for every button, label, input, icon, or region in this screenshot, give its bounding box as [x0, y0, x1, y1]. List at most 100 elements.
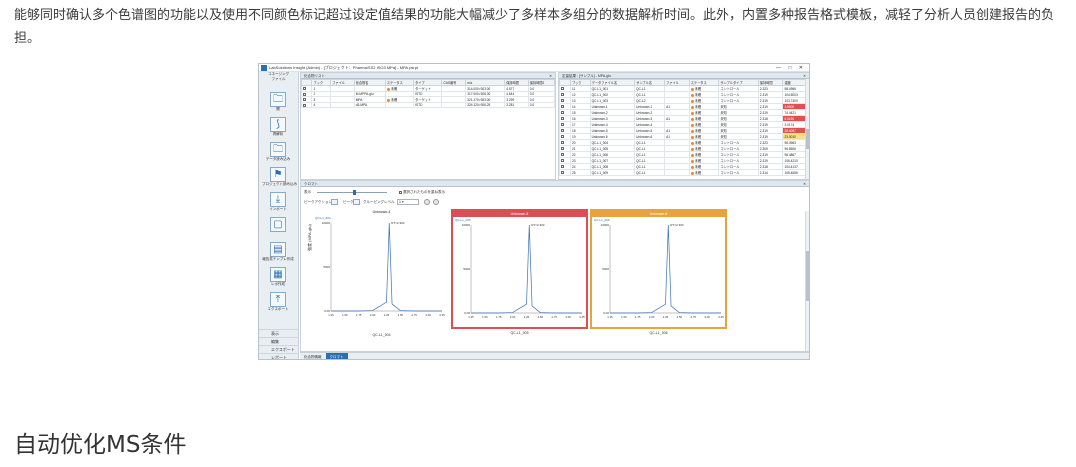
row-checkbox[interactable]: [303, 92, 306, 96]
group-level-select[interactable]: 1 ▾: [397, 199, 419, 205]
compound-list-header: 化合物リスト ✕: [301, 73, 555, 79]
close-icon[interactable]: ✕: [803, 181, 806, 187]
peak-button[interactable]: [353, 199, 360, 205]
flask-data-icon[interactable]: ⚑: [270, 167, 286, 182]
status-dot-icon: [690, 111, 694, 115]
row-checkbox[interactable]: [303, 98, 306, 102]
status-dot-icon: [690, 171, 694, 175]
y-tick-label: 10000: [601, 223, 610, 227]
table-cell: [330, 102, 355, 108]
table-cell: [301, 102, 313, 108]
chart-scrollbar[interactable]: [805, 211, 809, 351]
x-tick-label: 2.25: [524, 315, 530, 319]
ribbon-menu-item[interactable]: レポート: [259, 353, 299, 359]
window-controls[interactable]: — □ ✕: [776, 64, 806, 72]
row-checkbox[interactable]: [561, 153, 564, 157]
ribbon-button-1[interactable]: 🗀 開: [268, 92, 288, 112]
status-dot-icon: [690, 117, 694, 121]
disabled-icon[interactable]: ▢: [270, 217, 286, 232]
folder-stack-icon[interactable]: 🗀: [270, 142, 286, 157]
vertical-scrollbar[interactable]: [805, 79, 809, 179]
previous-icon[interactable]: [424, 199, 430, 205]
peak-action-button[interactable]: [331, 199, 338, 205]
y-tick-label: 5000: [323, 265, 330, 269]
slider-handle[interactable]: [353, 190, 356, 195]
close-icon[interactable]: ✕: [549, 73, 552, 79]
y-tick-label: 10000: [322, 221, 331, 225]
ribbon-button-3[interactable]: 🗀 データ読み込み: [266, 142, 290, 162]
quant-result-table[interactable]: ブック データファイル名 サンプル名 ファイル ステータス サンプルタイプ 保持時間 濃度 11…: [559, 79, 809, 176]
table-cell: ISTD: [413, 102, 443, 108]
compound-table[interactable]: ブック ファイル 化合物名 ステータス タイプ CAS番号 m/z 保持時間 保持時間2 1 未確タ…: [301, 79, 555, 108]
next-icon[interactable]: [433, 199, 439, 205]
chromatogram-panel[interactable]: Unknown-6 QC-L1_006 10000 5000 0.00 1.25 1.50 1…: [590, 209, 727, 335]
row-checkbox[interactable]: [561, 105, 564, 109]
export-icon[interactable]: ⤒: [270, 292, 286, 307]
ribbon-button-7[interactable]: ▤ 報告書テンプレ作成: [262, 242, 294, 262]
sample-name-caption: QC-L1_004: [372, 333, 391, 337]
ribbon-button-8[interactable]: ▦ レポ作成: [268, 267, 288, 287]
status-dot-icon: [386, 98, 390, 102]
row-checkbox[interactable]: [561, 171, 564, 175]
row-checkbox[interactable]: [561, 123, 564, 127]
row-checkbox[interactable]: [561, 117, 564, 121]
x-tick-label: 2.00: [649, 315, 655, 319]
chromatogram-svg: QC-L1_0061000050000.001.25 1.50 1.75 2.00 2.…: [594, 218, 724, 319]
ribbon-menu-item[interactable]: 表示: [259, 329, 299, 337]
row-checkbox[interactable]: [561, 129, 564, 133]
ribbon-button-label: レポ作成: [271, 282, 285, 286]
ribbon-button-2[interactable]: ⟆ 再解析: [268, 117, 288, 137]
table-cell: 0.0: [527, 102, 555, 108]
x-tick-label: 2.00: [510, 315, 516, 319]
overlay-option[interactable]: 選択されたものを重ね表示: [399, 190, 445, 195]
ribbon-button-9[interactable]: ⤒ エクスポート: [268, 292, 288, 312]
x-tick-label: 2.25: [384, 313, 390, 317]
wand-icon[interactable]: ⟆: [270, 117, 286, 132]
table-row[interactable]: 25 QC-L1_009 QC-L1 未確 コントロール 2.314 105.4656: [559, 169, 809, 176]
peak-label: RT=2.300: [531, 223, 545, 227]
peak-label: RT=2.300: [670, 223, 684, 227]
row-checkbox[interactable]: [561, 87, 564, 91]
chromatogram-header: クロマト ✕: [301, 181, 809, 187]
report-grid-icon[interactable]: ▦: [270, 267, 286, 282]
row-checkbox[interactable]: [561, 135, 564, 139]
chromatogram-panel[interactable]: Unknown-4 QC-L1_004 10000 5000 0.00 1.25 1.50 1…: [313, 209, 450, 337]
row-checkbox[interactable]: [561, 159, 564, 163]
overlay-checkbox[interactable]: [399, 190, 402, 194]
ribbon-button-4[interactable]: ⚑ プロジェクト読み込み: [262, 167, 297, 187]
compound-list-pane: 化合物リスト ✕ ブック ファイル 化合物名 ステータス タイプ CAS番号 m/z 保持時間保…: [300, 72, 556, 180]
row-checkbox[interactable]: [303, 87, 306, 91]
import-icon[interactable]: ⤓: [270, 192, 286, 207]
row-checkbox[interactable]: [561, 141, 564, 145]
ribbon-button-6[interactable]: ▢: [268, 217, 288, 232]
row-checkbox[interactable]: [303, 103, 306, 107]
row-checkbox[interactable]: [561, 99, 564, 103]
ribbon-button-5[interactable]: ⤓ インポート: [268, 192, 288, 212]
ribbon-menu-item[interactable]: 編集: [259, 337, 299, 345]
x-tick-label: 2.25: [663, 315, 669, 319]
row-checkbox[interactable]: [561, 147, 564, 151]
report-template-icon[interactable]: ▤: [270, 242, 286, 257]
zoom-slider[interactable]: [317, 190, 387, 195]
ribbon-bottom-menu: 表示 編集 エクスポート レポート: [259, 329, 299, 359]
x-tick-label: 3.00: [565, 315, 571, 319]
row-checkbox[interactable]: [561, 111, 564, 115]
sample-label: QC-L1_005: [455, 218, 471, 222]
sample-name-caption: QC-L1_006: [649, 331, 668, 335]
table-row[interactable]: 4 d3-MPA ISTD 324.120>306.25 3.281 0.0: [301, 102, 555, 108]
row-checkbox[interactable]: [561, 93, 564, 97]
ribbon-menu-item[interactable]: エクスポート: [259, 345, 299, 353]
row-checkbox[interactable]: [561, 165, 564, 169]
bottom-tab[interactable]: 化合物情報: [300, 353, 326, 359]
quant-result-header: 定量結果 : [サンプル] - MPA-glu ✕: [559, 73, 809, 79]
window-title: LabSolutions Insight (Admin) - [プロジェクト：P…: [269, 65, 419, 70]
ribbon-button-label: データ読み込み: [265, 157, 291, 161]
chromatogram-trace: [331, 222, 442, 312]
x-tick-label: 1.50: [621, 315, 627, 319]
chromatogram-panel[interactable]: Unknown-5 QC-L1_005 10000 5000 0.00 1.25 1.50 1…: [451, 209, 588, 335]
folder-open-icon[interactable]: 🗀: [270, 92, 286, 107]
bottom-tab[interactable]: クロマト: [325, 353, 348, 359]
table-cell: [441, 102, 467, 108]
ribbon-file-label[interactable]: ファイル: [259, 77, 298, 82]
sample-name-caption: QC-L1_005: [510, 331, 529, 335]
